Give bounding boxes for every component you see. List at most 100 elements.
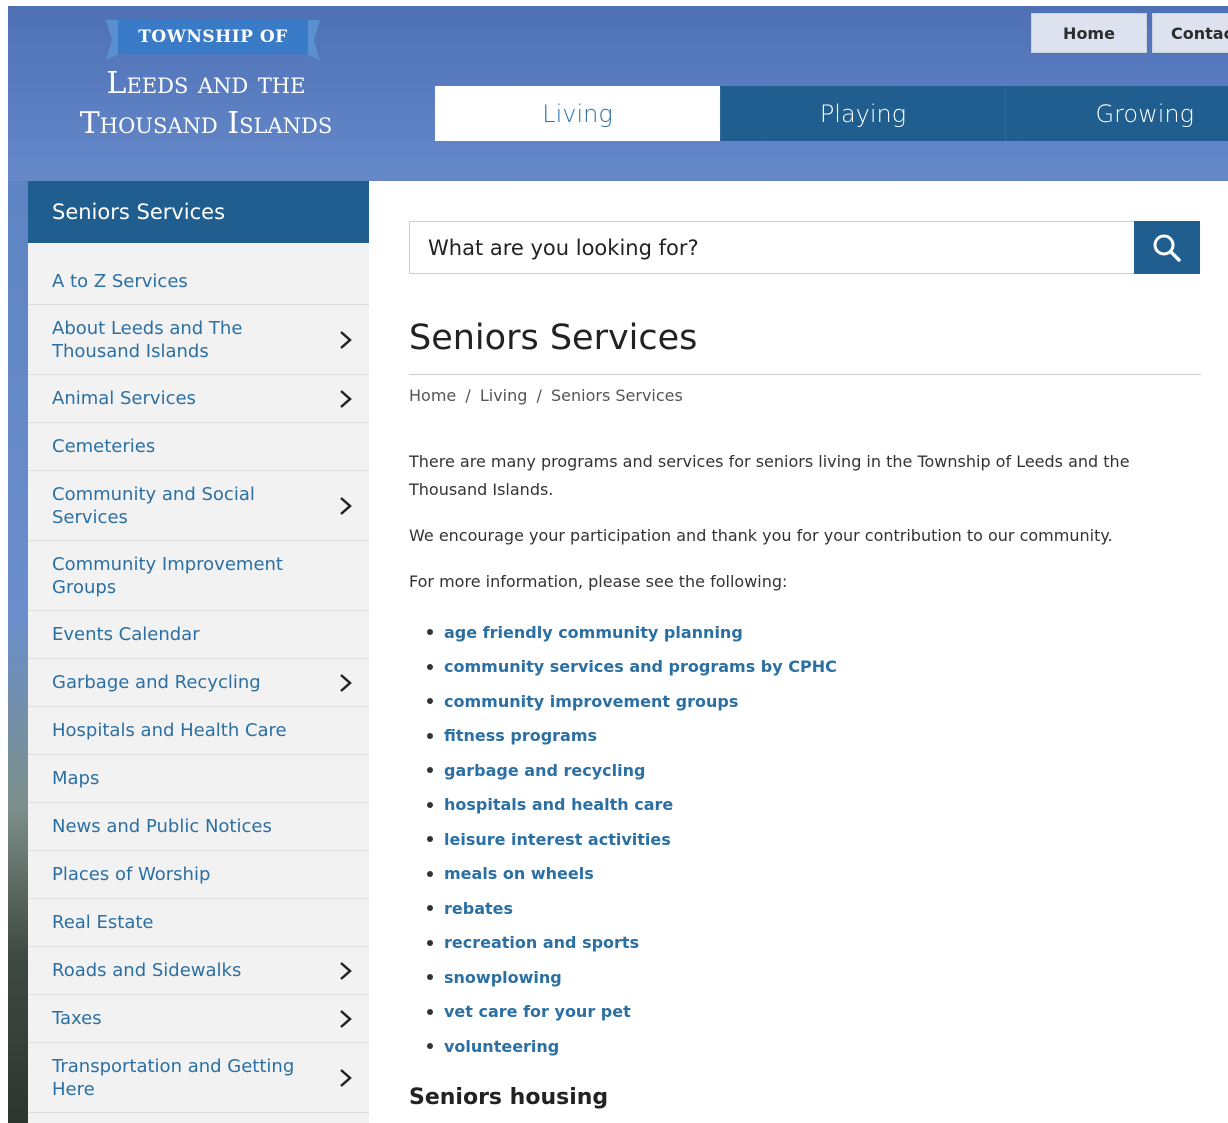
sidebar-item[interactable]: Real Estate <box>28 899 369 947</box>
list-item: meals on wheels <box>427 857 837 892</box>
resource-link[interactable]: garbage and recycling <box>444 761 645 780</box>
sidebar-item[interactable]: Transportation and Getting Here <box>28 1043 369 1113</box>
resource-link[interactable]: recreation and sports <box>444 933 639 952</box>
sidebar-item[interactable]: Garbage and Recycling <box>28 659 369 707</box>
sidebar-item-label: Garbage and Recycling <box>52 672 261 693</box>
bullet-icon <box>427 698 433 705</box>
bullet-icon <box>427 767 433 774</box>
resource-link[interactable]: rebates <box>444 899 513 918</box>
sidebar-item-label: Events Calendar <box>52 624 200 645</box>
chevron-right-icon[interactable] <box>339 495 353 517</box>
site-logo[interactable]: Leeds and the Thousand Islands <box>26 64 386 144</box>
breadcrumb-current: Seniors Services <box>550 386 683 405</box>
sidebar-list: A to Z Services About Leeds and The Thous… <box>28 243 369 1113</box>
chevron-right-icon[interactable] <box>339 388 353 410</box>
list-item: garbage and recycling <box>427 753 837 788</box>
sidebar-item-label: Places of Worship <box>52 864 211 885</box>
sidebar-item-label: About Leeds and The Thousand Islands <box>52 317 243 362</box>
logo-banner-text: TOWNSHIP OF <box>138 27 288 47</box>
resource-links: age friendly community planning community… <box>427 615 837 1064</box>
home-button[interactable]: Home <box>1031 13 1147 53</box>
sidebar-item[interactable]: Roads and Sidewalks <box>28 947 369 995</box>
sidebar-item[interactable]: A to Z Services <box>28 243 369 305</box>
search-input[interactable] <box>410 222 1135 273</box>
title-divider <box>409 374 1201 375</box>
bullet-icon <box>427 801 433 808</box>
sidebar-title[interactable]: Seniors Services <box>28 181 369 243</box>
list-item: fitness programs <box>427 719 837 754</box>
resource-link[interactable]: volunteering <box>444 1037 559 1056</box>
sidebar-item-label: A to Z Services <box>52 271 188 292</box>
sidebar-item-label: Cemeteries <box>52 436 156 457</box>
chevron-right-icon[interactable] <box>339 672 353 694</box>
sidebar-item[interactable]: Maps <box>28 755 369 803</box>
sidebar-item[interactable]: Events Calendar <box>28 611 369 659</box>
chevron-right-icon[interactable] <box>339 329 353 351</box>
sidebar-item-label: Roads and Sidewalks <box>52 960 242 981</box>
bullet-icon <box>427 629 433 636</box>
resource-link[interactable]: community improvement groups <box>444 692 738 711</box>
list-item: recreation and sports <box>427 926 837 961</box>
sidebar-item-label: Real Estate <box>52 912 154 933</box>
sidebar-item[interactable]: Taxes <box>28 995 369 1043</box>
sidebar-item-label: News and Public Notices <box>52 816 272 837</box>
sidebar-item-label: Maps <box>52 768 100 789</box>
contact-button[interactable]: Contac <box>1152 13 1228 53</box>
search-button[interactable] <box>1134 221 1200 274</box>
resource-link[interactable]: leisure interest activities <box>444 830 671 849</box>
chevron-right-icon[interactable] <box>339 1067 353 1089</box>
resource-link[interactable]: snowplowing <box>444 968 562 987</box>
bullet-icon <box>427 1043 433 1050</box>
breadcrumb-home[interactable]: Home <box>409 386 456 405</box>
resource-link[interactable]: hospitals and health care <box>444 795 673 814</box>
list-item: hospitals and health care <box>427 788 837 823</box>
list-item: rebates <box>427 891 837 926</box>
bullet-icon <box>427 974 433 981</box>
resource-link[interactable]: fitness programs <box>444 726 597 745</box>
resource-link[interactable]: meals on wheels <box>444 864 594 883</box>
sidebar-item[interactable]: Places of Worship <box>28 851 369 899</box>
sidebar-item[interactable]: Community Improvement Groups <box>28 541 369 611</box>
sidebar-item-label: Animal Services <box>52 388 196 409</box>
bullet-icon <box>427 939 433 946</box>
list-item: community services and programs by CPHC <box>427 650 837 685</box>
sidebar: Seniors Services A to Z Services About Le… <box>28 181 369 1123</box>
resource-link[interactable]: age friendly community planning <box>444 623 743 642</box>
list-item: community improvement groups <box>427 684 837 719</box>
tab-living[interactable]: Living <box>435 86 720 141</box>
sidebar-item-label: Community Improvement Groups <box>52 553 283 598</box>
header-top-strip <box>8 0 1228 6</box>
bullet-icon <box>427 663 433 670</box>
list-item: age friendly community planning <box>427 615 837 650</box>
bullet-icon <box>427 870 433 877</box>
bullet-icon <box>427 732 433 739</box>
sidebar-item[interactable]: News and Public Notices <box>28 803 369 851</box>
breadcrumb-living[interactable]: Living <box>480 386 528 405</box>
resource-link[interactable]: community services and programs by CPHC <box>444 657 837 676</box>
sidebar-item[interactable]: Hospitals and Health Care <box>28 707 369 755</box>
bullet-icon <box>427 905 433 912</box>
sidebar-item-label: Community and Social Services <box>52 483 255 528</box>
sidebar-item[interactable]: Community and Social Services <box>28 471 369 541</box>
sidebar-item-label: Hospitals and Health Care <box>52 720 287 741</box>
logo-line-2: Thousand Islands <box>79 106 333 141</box>
tab-growing[interactable]: Growing <box>1005 86 1228 141</box>
tab-playing[interactable]: Playing <box>720 86 1005 141</box>
chevron-right-icon[interactable] <box>339 1008 353 1030</box>
logo-banner[interactable]: TOWNSHIP OF <box>106 20 320 60</box>
sidebar-item-label: Taxes <box>52 1008 102 1029</box>
more-info-paragraph: For more information, please see the fol… <box>409 572 788 591</box>
resource-link[interactable]: vet care for your pet <box>444 1002 631 1021</box>
sidebar-item[interactable]: About Leeds and The Thousand Islands <box>28 305 369 375</box>
logo-line-1: Leeds and the <box>106 66 306 101</box>
sidebar-item[interactable]: Animal Services <box>28 375 369 423</box>
chevron-right-icon[interactable] <box>339 960 353 982</box>
breadcrumb: Home / Living / Seniors Services <box>409 386 687 405</box>
sidebar-item[interactable]: Cemeteries <box>28 423 369 471</box>
main-nav-tabs: Living Playing Growing <box>435 86 1228 141</box>
intro-paragraph: There are many programs and services for… <box>409 452 1130 499</box>
page-title: Seniors Services <box>409 318 698 358</box>
bullet-icon <box>427 836 433 843</box>
list-item: leisure interest activities <box>427 822 837 857</box>
page-edge <box>0 0 8 1123</box>
